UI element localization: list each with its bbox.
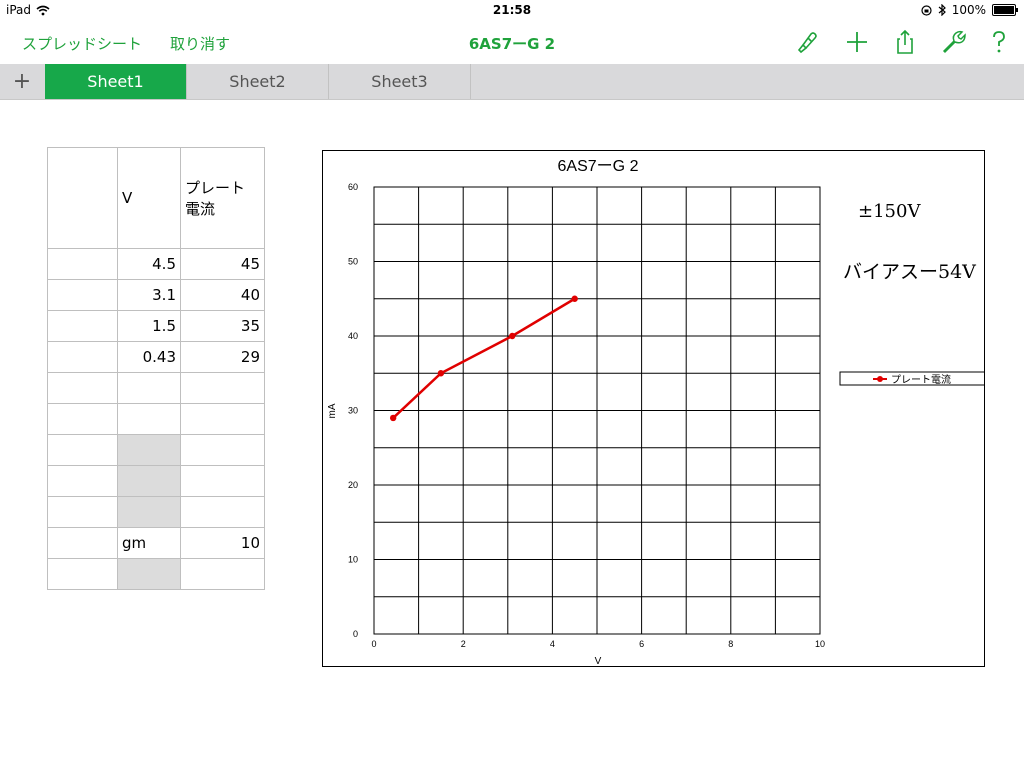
gm-value-cell[interactable]: 10 bbox=[180, 527, 265, 559]
table-cell[interactable] bbox=[47, 310, 118, 342]
table-cell[interactable] bbox=[47, 279, 118, 311]
y-tick-label: 0 bbox=[353, 629, 358, 639]
data-point bbox=[437, 370, 445, 377]
y-tick-label: 60 bbox=[348, 182, 358, 192]
x-tick-label: 10 bbox=[815, 639, 825, 649]
x-tick-label: 2 bbox=[461, 639, 466, 649]
header-cell-plate-current-line2: 電流 bbox=[185, 200, 216, 218]
battery-icon bbox=[992, 4, 1018, 16]
tab-sheet2[interactable]: Sheet2 bbox=[187, 64, 329, 99]
voltage-note[interactable]: ±150V bbox=[858, 201, 920, 222]
legend-label: プレート電流 bbox=[891, 373, 951, 386]
table-row bbox=[47, 403, 265, 435]
chart-container[interactable]: 0 2 4 6 8 10 0 10 20 30 40 50 60 6AS7ーG 2 V mA プレート電… bbox=[322, 150, 985, 667]
table-cell[interactable] bbox=[117, 558, 181, 590]
header-cell-plate-current-line1: プレート bbox=[185, 179, 246, 197]
table-cell[interactable] bbox=[47, 403, 118, 435]
gm-label-cell[interactable]: gm bbox=[117, 527, 181, 559]
table-cell[interactable] bbox=[117, 496, 181, 528]
legend-marker bbox=[877, 376, 883, 382]
plus-icon: + bbox=[12, 69, 32, 94]
table-cell[interactable]: 40 bbox=[180, 279, 265, 311]
clock: 21:58 bbox=[492, 3, 532, 17]
table-row bbox=[47, 465, 265, 497]
y-tick-label: 10 bbox=[348, 555, 358, 565]
table-cell[interactable] bbox=[47, 465, 118, 497]
table-row: gm 10 bbox=[47, 527, 265, 559]
line-chart: 0 2 4 6 8 10 0 10 20 30 40 50 60 6AS7ーG 2 V mA プレート電… bbox=[327, 158, 984, 666]
help-icon[interactable] bbox=[985, 28, 1013, 56]
table-cell[interactable] bbox=[47, 248, 118, 280]
table-cell[interactable]: 45 bbox=[180, 248, 265, 280]
table-cell[interactable] bbox=[180, 434, 265, 466]
legend: プレート電流 bbox=[839, 371, 984, 386]
table-cell[interactable] bbox=[47, 496, 118, 528]
bias-note[interactable]: バイアスー54V bbox=[843, 257, 976, 284]
table-cell[interactable] bbox=[180, 465, 265, 497]
y-tick-label: 50 bbox=[348, 257, 358, 267]
table-row: 3.1 40 bbox=[47, 279, 265, 311]
table-cell[interactable]: 3.1 bbox=[117, 279, 181, 311]
battery-percent: 100% bbox=[951, 3, 986, 17]
table-cell[interactable] bbox=[117, 465, 181, 497]
tab-sheet1[interactable]: Sheet1 bbox=[45, 64, 187, 99]
table-cell[interactable]: 1.5 bbox=[117, 310, 181, 342]
orientation-lock-icon bbox=[921, 4, 932, 16]
table-cell[interactable] bbox=[47, 434, 118, 466]
header-cell-voltage[interactable]: V bbox=[117, 147, 181, 249]
table-cell[interactable] bbox=[180, 558, 265, 590]
table-cell[interactable]: 4.5 bbox=[117, 248, 181, 280]
table-header-row: V プレート 電流 bbox=[47, 147, 265, 249]
x-tick-label: 4 bbox=[550, 639, 555, 649]
chart-title: 6AS7ーG 2 bbox=[558, 158, 639, 175]
table-row bbox=[47, 372, 265, 404]
series-line bbox=[392, 297, 576, 419]
table-corner-cell[interactable] bbox=[47, 147, 118, 249]
add-icon[interactable] bbox=[843, 28, 871, 56]
add-sheet-button[interactable]: + bbox=[0, 64, 44, 99]
y-tick-label: 20 bbox=[348, 480, 358, 490]
y-axis-label: mA bbox=[327, 403, 338, 418]
paintbrush-icon[interactable] bbox=[793, 28, 821, 56]
table-row bbox=[47, 558, 265, 590]
toolbar: スプレッドシート 取り消す 6AS7ーG 2 bbox=[0, 26, 1024, 60]
x-tick-label: 6 bbox=[639, 639, 644, 649]
bluetooth-icon bbox=[938, 4, 946, 16]
table-cell[interactable]: 29 bbox=[180, 341, 265, 373]
y-tick-label: 40 bbox=[348, 331, 358, 341]
header-cell-plate-current[interactable]: プレート 電流 bbox=[180, 147, 265, 249]
sheet-tab-bar: + Sheet1 Sheet2 Sheet3 bbox=[0, 64, 1024, 100]
table-cell[interactable] bbox=[117, 434, 181, 466]
table-cell[interactable] bbox=[47, 558, 118, 590]
tab-sheet3[interactable]: Sheet3 bbox=[329, 64, 471, 99]
table-cell[interactable] bbox=[47, 341, 118, 373]
table-row: 0.43 29 bbox=[47, 341, 265, 373]
data-point bbox=[389, 414, 397, 422]
share-icon[interactable] bbox=[891, 28, 919, 56]
y-tick-label: 30 bbox=[348, 406, 358, 416]
table-row: 4.5 45 bbox=[47, 248, 265, 280]
status-bar: iPad 21:58 100% bbox=[0, 0, 1024, 22]
table-cell[interactable] bbox=[180, 403, 265, 435]
wrench-icon[interactable] bbox=[939, 28, 967, 56]
data-point bbox=[571, 295, 578, 302]
table-cell[interactable] bbox=[180, 496, 265, 528]
table-cell[interactable] bbox=[180, 372, 265, 404]
data-table: V プレート 電流 4.5 45 3.1 40 1.5 35 0.43 29 g… bbox=[47, 147, 265, 590]
data-point bbox=[509, 332, 516, 340]
table-cell[interactable]: 35 bbox=[180, 310, 265, 342]
table-row bbox=[47, 434, 265, 466]
table-row: 1.5 35 bbox=[47, 310, 265, 342]
x-tick-label: 0 bbox=[371, 639, 376, 649]
table-cell[interactable] bbox=[117, 372, 181, 404]
table-cell[interactable] bbox=[47, 372, 118, 404]
table-cell[interactable]: 0.43 bbox=[117, 341, 181, 373]
table-cell[interactable] bbox=[47, 527, 118, 559]
table-row bbox=[47, 496, 265, 528]
x-axis-label: V bbox=[595, 656, 602, 666]
table-cell[interactable] bbox=[117, 403, 181, 435]
x-tick-label: 8 bbox=[728, 639, 733, 649]
